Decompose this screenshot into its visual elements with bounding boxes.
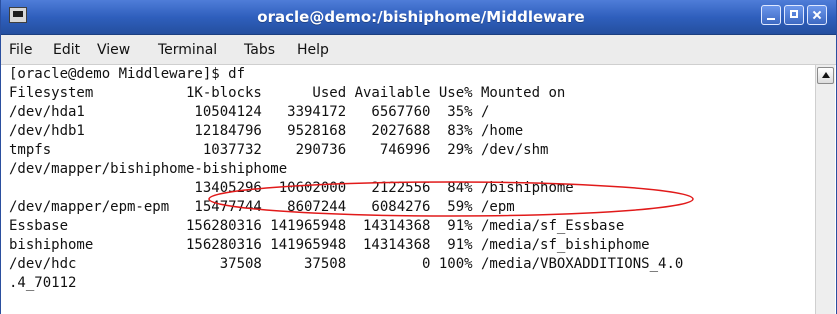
menu-terminal[interactable]: Terminal — [158, 40, 217, 60]
terminal-line-epm: /dev/mapper/epm-epm 15477744 8607244 608… — [9, 199, 515, 215]
menu-file[interactable]: File — [9, 40, 32, 60]
vertical-scrollbar[interactable] — [815, 65, 835, 314]
terminal-window: oracle@demo:/bishiphome/Middleware File … — [0, 0, 837, 314]
scroll-up-icon[interactable] — [817, 67, 834, 84]
menu-help[interactable]: Help — [297, 40, 329, 60]
terminal-line-bishiphome-device: /dev/mapper/bishiphome-bishiphome — [9, 161, 288, 177]
close-icon[interactable] — [807, 5, 827, 25]
terminal-line-essbase: Essbase 156280316 141965948 14314368 91%… — [9, 218, 625, 234]
terminal-app-icon[interactable] — [9, 7, 27, 23]
terminal-line-hdc: /dev/hdc 37508 37508 0 100% /media/VBOXA… — [9, 256, 684, 272]
terminal-line-bishiphome-media: bishiphome 156280316 141965948 14314368 … — [9, 237, 650, 253]
terminal-line-hda1: /dev/hda1 10504124 3394172 6567760 35% / — [9, 104, 490, 120]
menu-tabs[interactable]: Tabs — [244, 40, 275, 60]
window-title: oracle@demo:/bishiphome/Middleware — [257, 8, 585, 26]
menu-view[interactable]: View — [97, 40, 130, 60]
menu-bar: File Edit View Terminal Tabs Help — [1, 35, 836, 65]
terminal-line-command: [oracle@demo Middleware]$ df — [9, 66, 246, 82]
terminal-line-header: Filesystem 1K-blocks Used Available Use%… — [9, 85, 566, 101]
terminal-output[interactable]: [oracle@demo Middleware]$ df Filesystem … — [1, 65, 815, 314]
terminal-line-continuation: .4_70112 — [9, 275, 77, 291]
minimize-icon[interactable] — [761, 5, 781, 25]
terminal-line-tmpfs: tmpfs 1037732 290736 746996 29% /dev/shm — [9, 142, 549, 158]
menu-edit[interactable]: Edit — [53, 40, 80, 60]
maximize-icon[interactable] — [784, 5, 804, 25]
terminal-line-hdb1: /dev/hdb1 12184796 9528168 2027688 83% /… — [9, 123, 524, 139]
title-bar[interactable]: oracle@demo:/bishiphome/Middleware — [1, 0, 836, 35]
terminal-line-bishiphome-usage: 13405296 10602000 2122556 84% /bishiphom… — [9, 180, 574, 196]
